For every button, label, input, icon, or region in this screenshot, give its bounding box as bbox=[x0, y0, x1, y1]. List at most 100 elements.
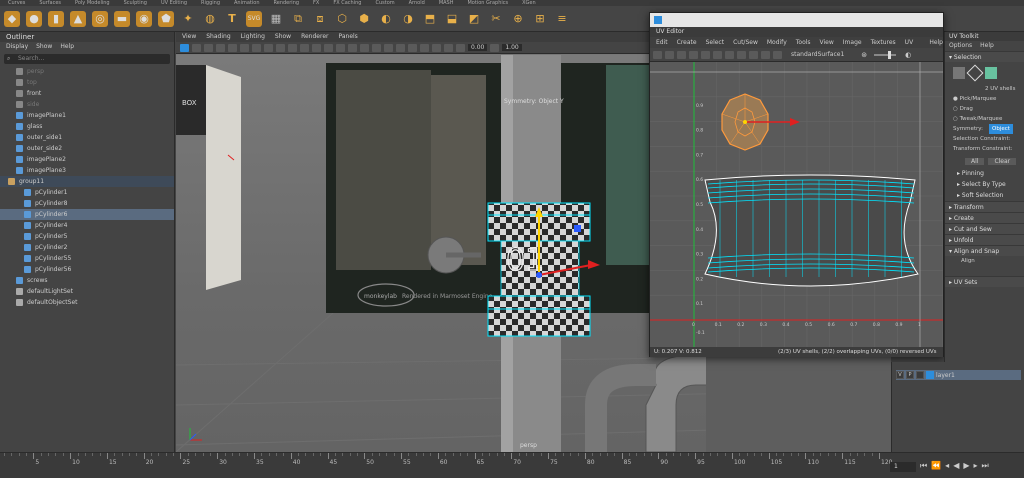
toolkit-subsection[interactable]: ▸ Soft Selection bbox=[945, 190, 1024, 201]
super-shape-icon[interactable]: ✦ bbox=[180, 11, 196, 27]
anti-aliasing-icon[interactable] bbox=[384, 43, 393, 52]
outliner-menu-item[interactable]: Help bbox=[60, 42, 74, 52]
selection-mode-radio[interactable]: ● Pick/Marquee bbox=[945, 94, 1024, 104]
uv-move-x-arrow-icon[interactable] bbox=[790, 118, 800, 126]
uv-border-icon[interactable] bbox=[713, 50, 722, 59]
outliner-item[interactable]: side bbox=[0, 99, 174, 110]
section-selection[interactable]: ▾ Selection bbox=[945, 51, 1024, 62]
bookmarks-icon[interactable] bbox=[204, 43, 213, 52]
wireframe-on-shaded-icon[interactable] bbox=[324, 43, 333, 52]
gate-mask-icon[interactable] bbox=[264, 43, 273, 52]
uv-snapshot-icon[interactable] bbox=[761, 50, 770, 59]
layer-row[interactable]: V P layer1 bbox=[896, 370, 1021, 380]
mirror-icon[interactable]: ◑ bbox=[400, 11, 416, 27]
outliner-item[interactable]: top bbox=[0, 77, 174, 88]
smooth-icon[interactable]: ⬢ bbox=[356, 11, 372, 27]
go-to-start-icon[interactable]: ⏮ bbox=[920, 461, 927, 471]
poly-sphere-icon[interactable]: ● bbox=[26, 10, 42, 27]
uv-dim-icon[interactable] bbox=[737, 50, 746, 59]
move-z-handle[interactable] bbox=[574, 225, 581, 232]
selection-constraint[interactable]: Selection Constraint: bbox=[945, 134, 1024, 144]
uv-menu-item[interactable]: Cut/Sew bbox=[733, 37, 758, 48]
viewport-menu-item[interactable]: Lighting bbox=[241, 32, 265, 42]
outliner-item[interactable]: pCylinder4 bbox=[0, 220, 174, 231]
move-center-handle[interactable] bbox=[536, 272, 542, 278]
poly-cube-icon[interactable]: ◆ bbox=[4, 10, 20, 27]
uv-move-center[interactable] bbox=[743, 120, 747, 124]
outliner-item[interactable]: imagePlane2 bbox=[0, 154, 174, 165]
ambient-occlusion-icon[interactable] bbox=[372, 43, 381, 52]
layer-color-swatch[interactable] bbox=[916, 371, 924, 379]
brightness-slider[interactable] bbox=[874, 50, 897, 59]
depth-of-field-icon[interactable] bbox=[396, 43, 405, 52]
outliner-item[interactable]: pCylinder5 bbox=[0, 231, 174, 242]
outliner-item[interactable]: glass bbox=[0, 121, 174, 132]
outliner-item[interactable]: pCylinder6 bbox=[0, 209, 174, 220]
outliner-item[interactable]: defaultLightSet bbox=[0, 286, 174, 297]
edge-mode-icon[interactable] bbox=[966, 64, 984, 82]
outliner-search-input[interactable]: ⌕ Search... bbox=[4, 54, 170, 64]
play-backward-icon[interactable]: ◀ bbox=[953, 461, 959, 471]
outliner-item[interactable]: outer_side2 bbox=[0, 143, 174, 154]
type-tool-icon[interactable]: T bbox=[224, 11, 240, 27]
sphere-outline-icon[interactable]: ◍ bbox=[202, 11, 218, 27]
vertex-mode-icon[interactable] bbox=[953, 67, 965, 79]
uv-checker-icon[interactable] bbox=[689, 50, 698, 59]
outliner-item[interactable]: front bbox=[0, 88, 174, 99]
outliner-menu-item[interactable]: Show bbox=[36, 42, 52, 52]
step-back-key-icon[interactable]: ⏪ bbox=[931, 461, 941, 471]
toolkit-section[interactable]: ▸ Create bbox=[945, 212, 1024, 223]
exposure-field[interactable]: 0.00 bbox=[468, 44, 488, 51]
uv-shell-icon[interactable] bbox=[665, 50, 674, 59]
resolution-gate-icon[interactable] bbox=[252, 43, 261, 52]
current-frame-field[interactable]: 1 bbox=[890, 462, 916, 472]
toolkit-section[interactable]: ▾ Align and Snap bbox=[945, 245, 1024, 256]
uv-menu-item[interactable]: UV Sets bbox=[905, 37, 921, 57]
bridge-icon[interactable]: ⬓ bbox=[444, 11, 460, 27]
clear-button[interactable]: Clear bbox=[988, 157, 1017, 165]
uv-menu-item[interactable]: Image bbox=[843, 37, 862, 48]
separate-icon[interactable]: ⧈ bbox=[312, 11, 328, 27]
viewport-menu-item[interactable]: Panels bbox=[338, 32, 357, 42]
toolkit-subsection[interactable]: ▸ Pinning bbox=[945, 168, 1024, 179]
viewport-menu-item[interactable]: Show bbox=[275, 32, 291, 42]
smooth-shade-icon[interactable] bbox=[312, 43, 321, 52]
step-back-icon[interactable]: ◂ bbox=[945, 461, 949, 471]
toolkit-section[interactable]: ▸ Transform bbox=[945, 201, 1024, 212]
outliner-item[interactable]: persp bbox=[0, 66, 174, 77]
toolkit-section[interactable]: ▸ Unfold bbox=[945, 234, 1024, 245]
select-all-button[interactable]: All bbox=[965, 157, 985, 165]
camera-attributes-icon[interactable] bbox=[192, 43, 201, 52]
outliner-item[interactable]: imagePlane3 bbox=[0, 165, 174, 176]
poly-disc-icon[interactable]: ◉ bbox=[136, 10, 152, 27]
time-slider[interactable]: 5 10 15 20 25 30 35 40 45 50 55 60 65 70 75 80 85 90 95 100… bbox=[0, 452, 1024, 478]
uv-distortion-icon[interactable] bbox=[677, 50, 686, 59]
outliner-item[interactable]: screws bbox=[0, 275, 174, 286]
exposure-icon[interactable] bbox=[456, 43, 465, 52]
poly-plane-icon[interactable]: ▬ bbox=[114, 10, 130, 27]
uv-editor-titlebar[interactable] bbox=[650, 13, 943, 27]
poly-torus-icon[interactable]: ◎ bbox=[92, 10, 108, 27]
xray-joints-icon[interactable] bbox=[432, 43, 441, 52]
grid-icon[interactable]: ▦ bbox=[268, 11, 284, 27]
settings-icon[interactable]: ◐ bbox=[905, 51, 911, 59]
toolkit-menu-item[interactable]: Help bbox=[980, 41, 994, 51]
textured-icon[interactable] bbox=[336, 43, 345, 52]
uv-editor-window[interactable]: UV Editor Edit Create Select Cut/Sew Modify T… bbox=[649, 12, 944, 357]
transform-constraint[interactable]: Transform Constraint: bbox=[945, 144, 1024, 154]
uv-shade-icon[interactable] bbox=[701, 50, 710, 59]
uv-menu-item[interactable]: Help bbox=[929, 37, 943, 48]
outliner-item[interactable]: pCylinder1 bbox=[0, 187, 174, 198]
uv-tile-icon[interactable] bbox=[773, 50, 782, 59]
shell-mode-icon[interactable] bbox=[985, 67, 997, 79]
outliner-item[interactable]: pCylinder55 bbox=[0, 253, 174, 264]
uv-menu-item[interactable]: Modify bbox=[767, 37, 787, 48]
film-gate-icon[interactable] bbox=[240, 43, 249, 52]
layer-visibility-toggle[interactable]: V bbox=[896, 371, 904, 379]
grid-toggle-icon[interactable] bbox=[228, 43, 237, 52]
extrude-icon[interactable]: ⬒ bbox=[422, 11, 438, 27]
viewport-menu-item[interactable]: View bbox=[182, 32, 196, 42]
gamma-icon[interactable] bbox=[490, 43, 500, 52]
shadows-icon[interactable] bbox=[360, 43, 369, 52]
layer-playback-toggle[interactable]: P bbox=[906, 371, 914, 379]
